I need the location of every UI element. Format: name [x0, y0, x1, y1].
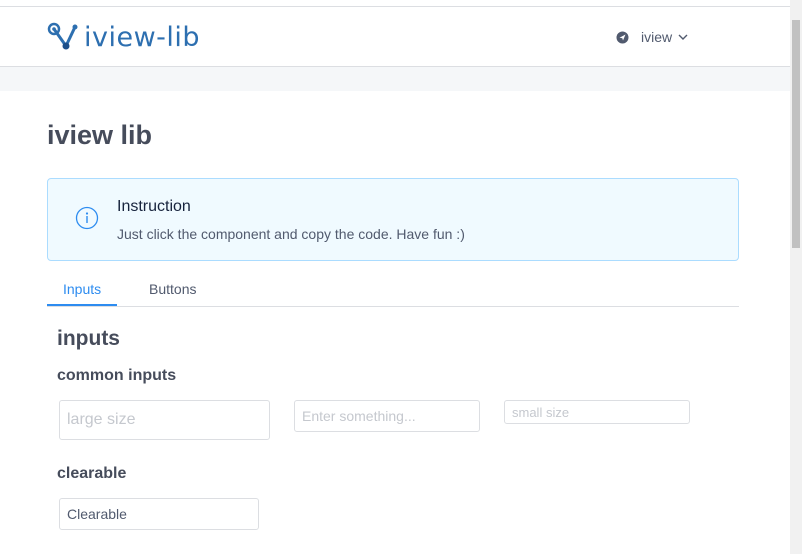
page-title: iview lib [47, 120, 153, 150]
user-name: iview [641, 29, 673, 45]
vertical-scrollbar[interactable] [790, 0, 802, 554]
large-size-input[interactable] [59, 400, 270, 440]
info-icon [75, 206, 99, 230]
instruction-alert: Instruction Just click the component and… [47, 178, 739, 261]
section-title: inputs [57, 327, 120, 350]
chevron-down-icon [678, 33, 688, 41]
clearable-heading: clearable [57, 465, 127, 482]
navigation-arrow-icon [616, 31, 629, 44]
tab-inputs[interactable]: Inputs [63, 281, 101, 297]
clearable-input[interactable] [59, 498, 259, 530]
tab-buttons[interactable]: Buttons [149, 281, 196, 297]
logo-text: iview-lib [84, 21, 201, 53]
alert-description: Just click the component and copy the co… [117, 226, 465, 242]
alert-title: Instruction [117, 198, 191, 215]
header-bar: iview-lib iview [0, 7, 790, 67]
active-tab-indicator [47, 304, 117, 306]
graph-node-logo-icon [47, 22, 78, 50]
small-size-input[interactable] [504, 400, 690, 424]
common-inputs-heading: common inputs [57, 367, 177, 384]
app-page: iview-lib iview iview lib Instruction Ju… [0, 0, 802, 554]
user-dropdown[interactable]: iview [616, 29, 688, 45]
logo[interactable]: iview-lib [46, 21, 200, 53]
scrollbar-thumb[interactable] [792, 20, 800, 248]
default-size-input[interactable] [294, 400, 480, 432]
header-spacer-band [0, 67, 790, 91]
tab-bar: Inputs Buttons [47, 273, 739, 307]
